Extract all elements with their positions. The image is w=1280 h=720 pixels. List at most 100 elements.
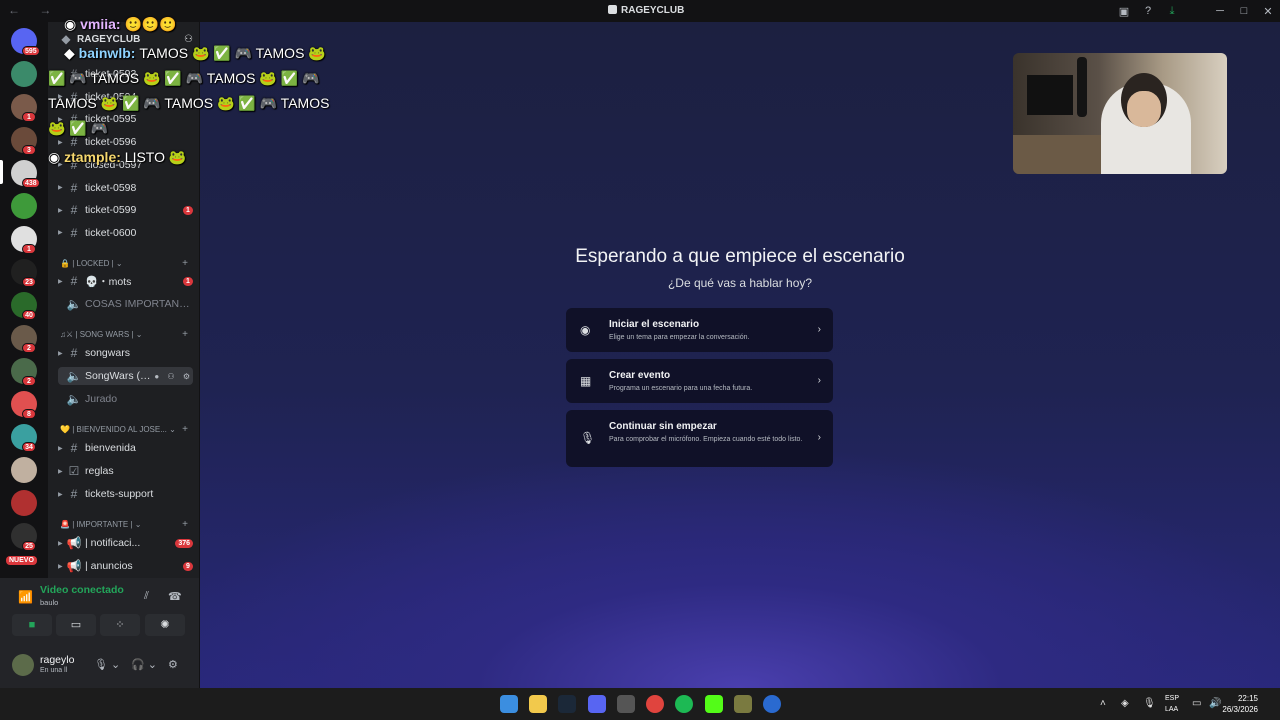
disconnect-icon[interactable]: ☎ — [168, 590, 182, 603]
badge-icon: ◉ — [64, 16, 81, 32]
username[interactable]: rageylo — [40, 654, 74, 666]
channel-mots[interactable]: ▶ # 💀・mots 1 — [58, 272, 193, 290]
kick-icon[interactable] — [705, 695, 723, 713]
chevron-right-icon: › — [817, 432, 821, 443]
server-icon[interactable] — [11, 61, 37, 87]
screen-share-button[interactable]: ▭ — [56, 614, 96, 636]
channel-notificaciones[interactable]: ▶ 📢 | notificaci... 376 — [58, 534, 193, 552]
windows-taskbar: ˄ ◈ 🎙 ESP LAA ▭ 🔊 22:15 26/3/2026 — [0, 688, 1280, 720]
channel-item[interactable]: ▶ # ticket-0600 — [58, 224, 193, 242]
close-button[interactable]: ✕ — [1256, 5, 1280, 18]
microphone-icon[interactable]: 🎙 ⌄ — [94, 658, 120, 671]
signal-icon: 📶 — [18, 590, 33, 604]
start-icon[interactable] — [500, 695, 518, 713]
unread-badge: 1 — [183, 205, 193, 215]
minimize-button[interactable]: ─ — [1208, 5, 1232, 17]
rules-icon: ☑ — [68, 464, 80, 478]
spotify-icon[interactable] — [675, 695, 693, 713]
mention-badge: 23 — [22, 277, 36, 287]
mention-badge: 34 — [22, 442, 36, 452]
microphone-icon[interactable]: 🎙 — [1143, 698, 1156, 709]
stage-subtitle: ¿De qué vas a hablar hoy? — [667, 276, 813, 290]
network-icon[interactable]: ▭ — [1192, 698, 1201, 709]
volume-icon[interactable]: 🔊 — [1209, 698, 1221, 709]
speaker-icon: 🔈 — [66, 392, 82, 406]
hash-icon: # — [70, 135, 78, 150]
create-event-option[interactable]: ▦ Crear evento Programa un escenario par… — [566, 359, 833, 403]
channel-tickets-support[interactable]: ▶ # tickets-support — [58, 485, 193, 503]
server-icon[interactable] — [11, 193, 37, 219]
add-channel-icon[interactable]: + — [182, 258, 188, 269]
add-member-icon[interactable]: ⚇ — [184, 34, 193, 45]
language-indicator[interactable]: ESP LAA — [1165, 693, 1179, 715]
channel-item[interactable]: ▶ # ticket-0599 1 — [58, 201, 193, 219]
channel-anuncios[interactable]: ▶ 📢 | anuncios 9 — [58, 557, 193, 575]
voice-channel-name[interactable]: baulo — [40, 598, 58, 607]
hash-icon: # — [70, 487, 78, 501]
add-channel-icon[interactable]: + — [182, 329, 188, 340]
window-title: RAGEYCLUB — [608, 5, 684, 16]
continue-without-starting-option[interactable]: 🎙 Continuar sin empezar Para comprobar e… — [566, 410, 833, 467]
server-icon[interactable] — [11, 490, 37, 516]
app-icon[interactable] — [617, 695, 635, 713]
download-icon[interactable]: ⤓ — [1160, 5, 1184, 18]
channel-item[interactable]: ▶ # ticket-0598 — [58, 179, 193, 197]
hash-icon: # — [70, 274, 78, 288]
category-bienvenido[interactable]: 💛 | BIENVENIDO AL JOSE... ⌄ + — [60, 422, 188, 436]
inbox-icon[interactable]: ▣ — [1112, 5, 1136, 18]
server-icon[interactable] — [11, 457, 37, 483]
mention-badge: 3 — [22, 145, 36, 155]
add-channel-icon[interactable]: + — [182, 519, 188, 530]
chevron-right-icon: ▶ — [58, 139, 63, 146]
category-locked[interactable]: 🔒 | LOCKED | ⌄ + — [60, 256, 188, 270]
headphones-icon[interactable]: 🎧 ⌄ — [131, 658, 157, 671]
siren-icon: 🚨 — [60, 519, 73, 529]
help-icon[interactable]: ? — [1136, 5, 1160, 17]
app-icon[interactable] — [763, 695, 781, 713]
chevron-right-icon: › — [817, 375, 821, 386]
file-explorer-icon[interactable] — [529, 695, 547, 713]
shield-icon[interactable]: ◈ — [1121, 698, 1129, 709]
category-song-wars[interactable]: ♫⚔ | SONG WARS | ⌄ + — [60, 327, 188, 341]
soundboard-button[interactable]: ✺ — [145, 614, 185, 636]
start-stage-option[interactable]: ◉ Iniciar el escenario Elige un tema par… — [566, 308, 833, 352]
discord-icon[interactable] — [588, 695, 606, 713]
hash-icon: # — [70, 180, 78, 195]
channel-reglas[interactable]: ▶ ☑ reglas — [58, 462, 193, 480]
add-channel-icon[interactable]: + — [182, 424, 188, 435]
announcement-icon: 📢 — [66, 536, 82, 550]
chrome-icon[interactable] — [646, 695, 664, 713]
emote-icon: 🙂🙂🙂 — [124, 16, 177, 32]
heart-icon: 💛 — [60, 424, 73, 434]
channel-jurado[interactable]: 🔈 Jurado — [58, 390, 193, 408]
clock[interactable]: 22:15 26/3/2026 — [1222, 693, 1258, 715]
app-icon[interactable] — [734, 695, 752, 713]
channel-cosas-importantes[interactable]: 🔈 COSAS IMPORTANTES — [58, 295, 193, 313]
chat-line: ◉ vmiia: 🙂🙂🙂 — [64, 16, 177, 32]
avatar[interactable] — [12, 654, 34, 676]
server-icon — [608, 5, 617, 14]
music-icon: ♫⚔ — [60, 329, 76, 339]
chevron-right-icon: ▶ — [58, 185, 63, 191]
voice-status[interactable]: Video conectado — [40, 584, 124, 596]
mention-badge: 595 — [22, 46, 40, 56]
gear-icon[interactable]: ⚙ — [168, 658, 178, 671]
stage-channel-songwars[interactable]: 🔈 SongWars (S... ● ⚇ ⚙ — [58, 367, 193, 385]
nav-arrows-icon[interactable]: ← → — [8, 3, 59, 17]
stage-title: Esperando a que empiece el escenario — [575, 246, 905, 267]
category-importante[interactable]: 🚨 | IMPORTANTE | ⌄ + — [60, 517, 188, 531]
noise-suppression-icon[interactable]: ⫽ — [144, 590, 149, 603]
channel-tools-icons[interactable]: ● ⚇ ⚙ — [154, 372, 193, 381]
title-bar-controls: ▣ ? ⤓ ─ □ ✕ — [1112, 0, 1280, 22]
tray-chevron-icon[interactable]: ˄ — [1100, 698, 1106, 709]
mention-badge: 40 — [22, 310, 36, 320]
maximize-button[interactable]: □ — [1232, 5, 1256, 17]
channel-bienvenida[interactable]: ▶ # bienvenida — [58, 439, 193, 457]
camera-button[interactable]: ■ — [12, 614, 52, 636]
chevron-right-icon: ▶ — [58, 540, 63, 547]
mention-badge: 2 — [22, 343, 36, 353]
mention-badge: 25 — [22, 541, 36, 551]
activities-button[interactable]: ⁘ — [100, 614, 140, 636]
steam-icon[interactable] — [558, 695, 576, 713]
channel-songwars[interactable]: ▶ # songwars — [58, 344, 193, 362]
